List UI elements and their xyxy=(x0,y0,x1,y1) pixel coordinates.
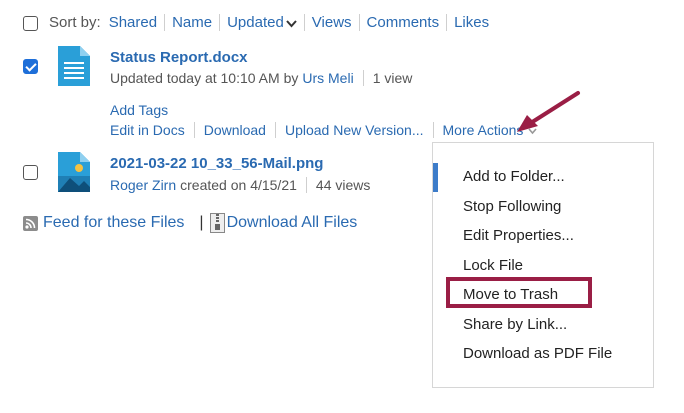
divider xyxy=(362,70,364,86)
menu-focus-indicator xyxy=(433,163,438,192)
sort-option-name[interactable]: Name xyxy=(172,14,212,31)
sort-option-updated[interactable]: Updated xyxy=(227,14,297,31)
file-meta: Updated today at 10:10 AM by Urs Meli 1 … xyxy=(110,70,412,86)
divider xyxy=(193,122,195,138)
file-created-text: created on 4/15/21 xyxy=(180,177,297,193)
image-icon xyxy=(58,152,90,192)
file-author-link[interactable]: Urs Meli xyxy=(302,70,353,86)
upload-new-version-link[interactable]: Upload New Version... xyxy=(285,122,424,138)
select-all-checkbox[interactable] xyxy=(23,16,38,31)
sort-label: Sort by: xyxy=(49,14,101,31)
file-select-checkbox[interactable] xyxy=(23,165,38,180)
divider xyxy=(432,122,434,138)
annotation-highlight-box xyxy=(446,277,592,308)
file-views: 44 views xyxy=(315,177,371,193)
menu-item-stop-following[interactable]: Stop Following xyxy=(463,198,561,215)
sort-option-comments[interactable]: Comments xyxy=(367,14,440,31)
file-select-checkbox[interactable] xyxy=(23,59,38,74)
feed-link[interactable]: Feed for these Files xyxy=(43,214,184,232)
chevron-down-icon xyxy=(286,20,297,28)
menu-item-add-to-folder[interactable]: Add to Folder... xyxy=(463,168,565,185)
divider xyxy=(305,177,307,193)
divider xyxy=(164,14,166,31)
file-meta: Roger Zirn created on 4/15/21 44 views xyxy=(110,177,370,193)
sort-option-views[interactable]: Views xyxy=(312,14,352,31)
document-icon xyxy=(58,46,90,86)
file-title-link[interactable]: 2021-03-22 10_33_56-Mail.png xyxy=(110,155,323,172)
add-tags-link[interactable]: Add Tags xyxy=(110,102,168,118)
divider: | xyxy=(199,214,204,231)
rss-feed-icon xyxy=(23,215,38,231)
divider xyxy=(274,122,276,138)
divider xyxy=(358,14,360,31)
file-updated-text: Updated today at 10:10 AM by xyxy=(110,70,299,86)
sort-bar: Sort by: Shared Name Updated Views Comme… xyxy=(49,14,489,31)
divider xyxy=(219,14,221,31)
more-actions-menu: Add to Folder... Stop Following Edit Pro… xyxy=(432,142,654,388)
file-actions-bar: Edit in Docs Download Upload New Version… xyxy=(110,122,538,138)
file-views: 1 view xyxy=(372,70,413,86)
footer-links: Feed for these Files | Download All File… xyxy=(23,213,357,233)
zip-archive-icon xyxy=(209,213,225,233)
download-all-files-link[interactable]: Download All Files xyxy=(227,214,358,232)
menu-item-lock-file[interactable]: Lock File xyxy=(463,257,523,274)
sort-option-shared[interactable]: Shared xyxy=(109,14,157,31)
sort-option-updated-label: Updated xyxy=(227,14,284,31)
divider xyxy=(446,14,448,31)
menu-item-share-by-link[interactable]: Share by Link... xyxy=(463,316,567,333)
file-author-link[interactable]: Roger Zirn xyxy=(110,177,176,193)
menu-item-edit-properties[interactable]: Edit Properties... xyxy=(463,227,574,244)
edit-in-docs-link[interactable]: Edit in Docs xyxy=(110,122,185,138)
sort-option-likes[interactable]: Likes xyxy=(454,14,489,31)
annotation-arrow-icon xyxy=(517,91,580,132)
menu-item-download-as-pdf[interactable]: Download as PDF File xyxy=(463,345,612,362)
divider xyxy=(303,14,305,31)
file-title-link[interactable]: Status Report.docx xyxy=(110,49,248,66)
download-link[interactable]: Download xyxy=(204,122,266,138)
